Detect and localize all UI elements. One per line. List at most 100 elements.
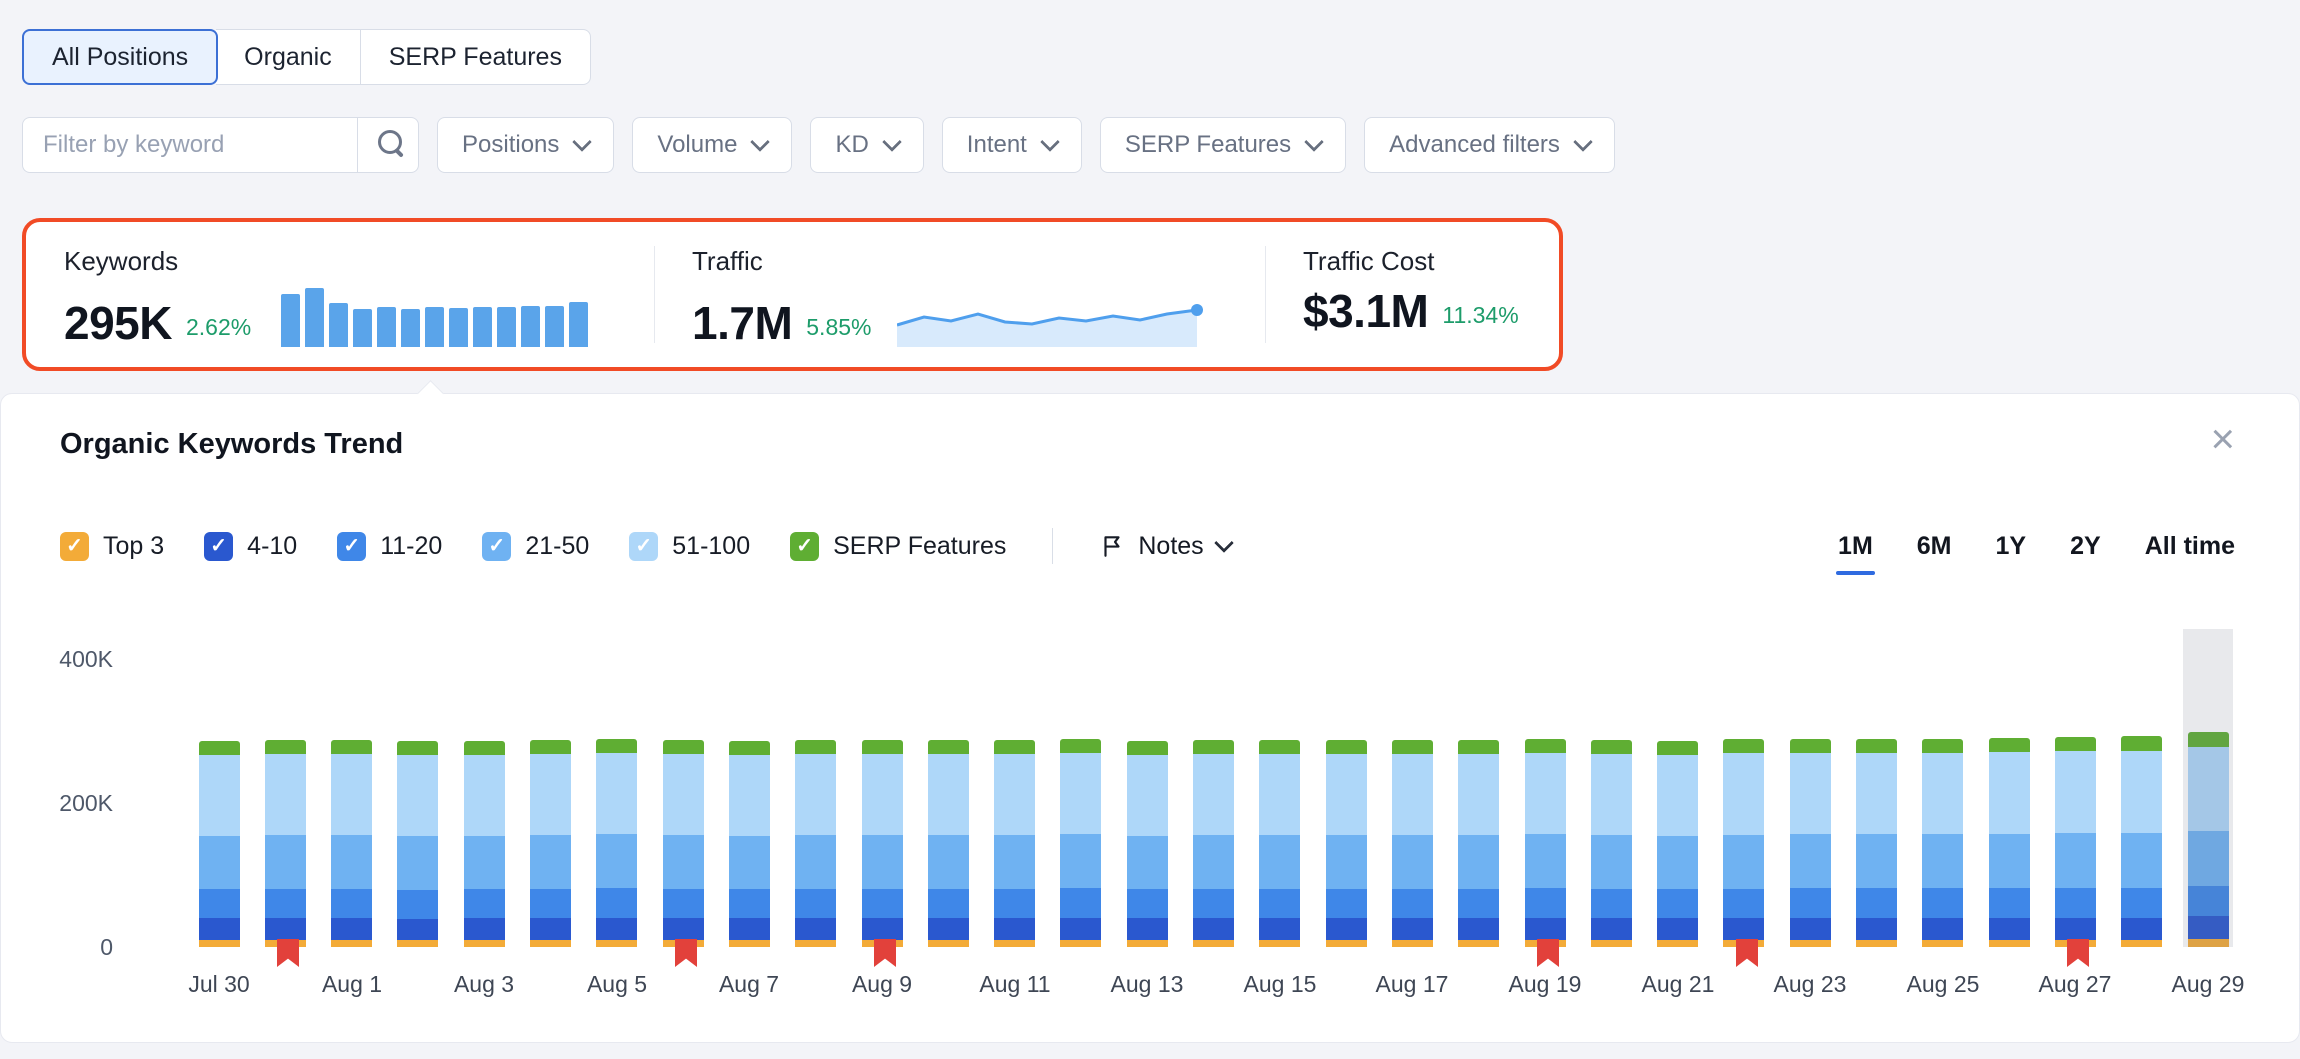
trend-bar-aug-28[interactable]	[2121, 736, 2162, 947]
trend-bar-aug-20[interactable]	[1591, 740, 1632, 947]
tab-all-positions[interactable]: All Positions	[22, 29, 218, 85]
trend-bar-aug-26[interactable]	[1989, 738, 2030, 947]
bar-segment	[1657, 836, 1698, 889]
note-flag-icon[interactable]	[2067, 939, 2089, 967]
bar-segment	[1525, 739, 1566, 753]
trend-bar-aug-16[interactable]	[1326, 740, 1367, 947]
legend-checkbox[interactable]: ✓	[204, 532, 233, 561]
bar-segment	[862, 754, 903, 835]
trend-bar-aug-17[interactable]	[1392, 740, 1433, 947]
chevron-down-icon	[1304, 132, 1324, 152]
organic-keywords-trend-panel: Organic Keywords Trend × ✓ Top 3 ✓ 4-10 …	[0, 393, 2300, 1043]
trend-bar-aug-3[interactable]	[464, 741, 505, 947]
note-flag-icon[interactable]	[675, 939, 697, 967]
bar-segment	[729, 940, 770, 947]
bar-segment	[1127, 918, 1168, 940]
trend-bar-aug-19[interactable]	[1525, 739, 1566, 947]
trend-bar-jul-31[interactable]	[265, 740, 306, 947]
bar-segment	[795, 918, 836, 940]
bar-segment	[1193, 889, 1234, 918]
trend-bar-aug-27[interactable]	[2055, 737, 2096, 947]
legend-label: Top 3	[103, 532, 164, 561]
legend-checkbox[interactable]: ✓	[629, 532, 658, 561]
legend-item-4-10[interactable]: ✓ 4-10	[204, 532, 297, 561]
trend-bar-aug-8[interactable]	[795, 740, 836, 947]
trend-bar-aug-9[interactable]	[862, 740, 903, 947]
trend-bar-jul-30[interactable]	[199, 741, 240, 947]
tab-organic[interactable]: Organic	[216, 29, 361, 85]
bar-segment	[464, 889, 505, 918]
note-flag-icon[interactable]	[874, 939, 896, 967]
metric-traffic[interactable]: Traffic 1.7M 5.85%	[692, 222, 1252, 367]
trend-bar-aug-1[interactable]	[331, 740, 372, 947]
bar-segment	[1458, 889, 1499, 918]
trend-bar-aug-6[interactable]	[663, 740, 704, 947]
legend-checkbox[interactable]: ✓	[482, 532, 511, 561]
volume-dropdown[interactable]: Volume	[632, 117, 792, 173]
bar-segment	[1326, 740, 1367, 754]
trend-bar-aug-7[interactable]	[729, 741, 770, 947]
note-flag-icon[interactable]	[1736, 939, 1758, 967]
search-button[interactable]	[357, 117, 419, 173]
bar-segment	[397, 919, 438, 940]
legend-checkbox[interactable]: ✓	[337, 532, 366, 561]
keywords-sparkline	[281, 287, 588, 347]
bar-segment	[1657, 755, 1698, 836]
trend-bar-aug-4[interactable]	[530, 740, 571, 947]
legend-item-serp-features[interactable]: ✓ SERP Features	[790, 532, 1006, 561]
bar-segment	[1790, 940, 1831, 947]
note-flag-icon[interactable]	[1537, 939, 1559, 967]
trend-bar-aug-23[interactable]	[1790, 739, 1831, 947]
trend-bar-aug-21[interactable]	[1657, 741, 1698, 947]
notes-dropdown[interactable]: Notes	[1099, 532, 1230, 561]
close-icon[interactable]: ×	[2210, 418, 2235, 460]
bar-segment	[663, 835, 704, 889]
spark-area	[897, 310, 1197, 347]
intent-dropdown[interactable]: Intent	[942, 117, 1082, 173]
checkmark-icon: ✓	[343, 536, 360, 556]
x-axis-label: Aug 9	[817, 971, 947, 998]
range-1y[interactable]: 1Y	[1996, 532, 2027, 561]
trend-bar-aug-14[interactable]	[1193, 740, 1234, 947]
bar-segment	[265, 889, 306, 918]
trend-bar-aug-22[interactable]	[1723, 739, 1764, 947]
serp-features-dropdown[interactable]: SERP Features	[1100, 117, 1346, 173]
kd-dropdown[interactable]: KD	[810, 117, 923, 173]
range-1m[interactable]: 1M	[1838, 532, 1873, 561]
flag-icon	[1099, 533, 1125, 559]
keyword-filter-input[interactable]	[22, 117, 357, 173]
trend-bar-aug-2[interactable]	[397, 741, 438, 947]
legend-item-11-20[interactable]: ✓ 11-20	[337, 532, 442, 561]
trend-bar-aug-25[interactable]	[1922, 739, 1963, 947]
trend-bar-aug-15[interactable]	[1259, 740, 1300, 947]
metric-traffic-cost[interactable]: Traffic Cost $3.1M 11.34%	[1303, 222, 1553, 367]
bar-segment	[1458, 835, 1499, 889]
trend-bar-aug-11[interactable]	[994, 740, 1035, 947]
legend-checkbox[interactable]: ✓	[790, 532, 819, 561]
bar-segment	[1458, 740, 1499, 754]
bar-segment	[530, 940, 571, 947]
trend-bar-aug-24[interactable]	[1856, 739, 1897, 947]
range-6m[interactable]: 6M	[1917, 532, 1952, 561]
range-all-time[interactable]: All time	[2145, 532, 2235, 561]
bar-segment	[2055, 888, 2096, 918]
legend-item-51-100[interactable]: ✓ 51-100	[629, 532, 750, 561]
metric-keywords[interactable]: Keywords 295K 2.62%	[64, 222, 644, 367]
range-2y[interactable]: 2Y	[2070, 532, 2101, 561]
trend-bar-aug-13[interactable]	[1127, 741, 1168, 947]
trend-bar-aug-18[interactable]	[1458, 740, 1499, 947]
positions-dropdown[interactable]: Positions	[437, 117, 614, 173]
legend-item-21-50[interactable]: ✓ 21-50	[482, 532, 589, 561]
trend-bar-aug-10[interactable]	[928, 740, 969, 947]
tab-serp-features[interactable]: SERP Features	[361, 29, 591, 85]
bar-segment	[464, 741, 505, 755]
advanced-filters-dropdown[interactable]: Advanced filters	[1364, 117, 1615, 173]
trend-bar-aug-12[interactable]	[1060, 739, 1101, 947]
note-flag-icon[interactable]	[277, 939, 299, 967]
bar-segment	[795, 835, 836, 889]
bar-segment	[2055, 918, 2096, 940]
bar-segment	[596, 918, 637, 940]
legend-checkbox[interactable]: ✓	[60, 532, 89, 561]
trend-bar-aug-5[interactable]	[596, 739, 637, 947]
legend-item-top-3[interactable]: ✓ Top 3	[60, 532, 164, 561]
